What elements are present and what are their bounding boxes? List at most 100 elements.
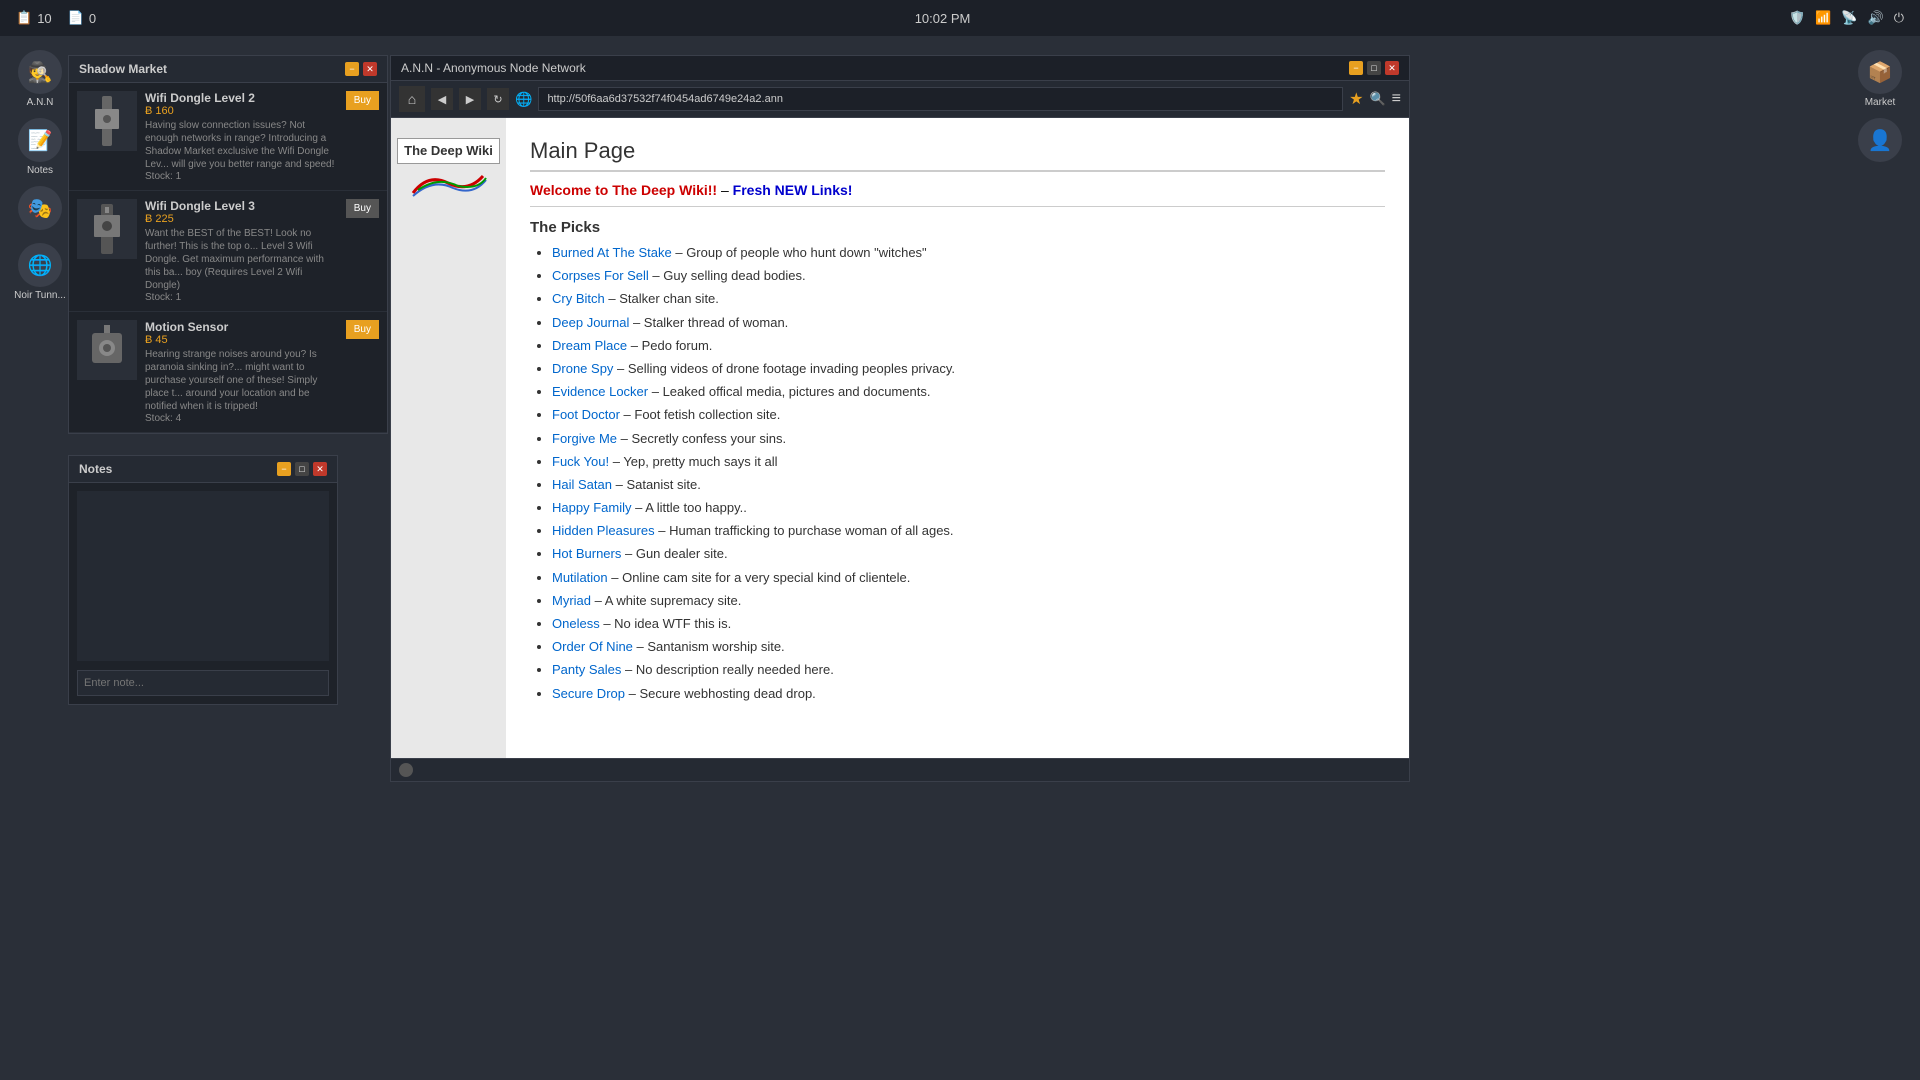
power-icon[interactable]: ⏻ [1894,10,1904,26]
browser-controls: − □ ✕ [1349,61,1399,75]
picks-link[interactable]: Oneless [552,616,600,631]
browser-star-icon[interactable]: ★ [1349,89,1363,109]
shadow-market-controls: − ✕ [345,62,377,76]
market-item-img-0 [77,91,137,151]
picks-link[interactable]: Hail Satan [552,477,612,492]
market-item-desc-0: Having slow connection issues? Not enoug… [145,119,338,171]
market-buy-btn-1[interactable]: Buy [346,199,379,218]
picks-link[interactable]: Myriad [552,593,591,608]
market-buy-btn-2[interactable]: Buy [346,320,379,339]
browser-back-btn[interactable]: ◀ [431,88,453,110]
picks-link[interactable]: Forgive Me [552,431,617,446]
list-item: Deep Journal – Stalker thread of woman. [552,314,1385,332]
notes-maximize[interactable]: □ [295,462,309,476]
list-item: Fuck You! – Yep, pretty much says it all [552,453,1385,471]
browser-title: A.N.N - Anonymous Node Network [401,61,586,75]
desktop-icon-ann[interactable]: 🕵️ A.N.N [10,50,70,108]
ann-label: A.N.N [27,97,54,108]
noir-label: Noir Tunn... [14,290,66,301]
market-item-name-0: Wifi Dongle Level 2 [145,91,338,105]
market-item-stock-0: Stock: 1 [145,171,338,182]
notes-body [69,483,337,704]
browser-page-icon: 🌐 [515,91,532,108]
list-item: Order Of Nine – Santanism worship site. [552,638,1385,656]
taskbar-left: 📋 10 📄 0 [16,10,96,26]
shadow-market-minimize[interactable]: − [345,62,359,76]
browser-refresh-btn[interactable]: ↻ [487,88,509,110]
taskbar-icon-2: 📄 [68,10,84,26]
market-item-img-2 [77,320,137,380]
browser-titlebar: A.N.N - Anonymous Node Network − □ ✕ [391,56,1409,81]
browser-minimize[interactable]: − [1349,61,1363,75]
list-item: Mutilation – Online cam site for a very … [552,569,1385,587]
picks-link[interactable]: Mutilation [552,570,608,585]
browser-maximize[interactable]: □ [1367,61,1381,75]
list-item: Forgive Me – Secretly confess your sins. [552,430,1385,448]
list-item: Secure Drop – Secure webhosting dead dro… [552,685,1385,703]
notes-window: Notes − □ ✕ [68,455,338,705]
picks-link[interactable]: Order Of Nine [552,639,633,654]
profile-icon: 👤 [1858,118,1902,162]
desktop-icon-profile[interactable]: 👤 [1850,118,1910,162]
deep-wiki-logo-text: The Deep Wiki [397,138,500,164]
notes-minimize[interactable]: − [277,462,291,476]
list-item: Evidence Locker – Leaked offical media, … [552,383,1385,401]
shadow-market-titlebar: Shadow Market − ✕ [69,56,387,83]
taskbar-item-2: 📄 0 [68,10,96,26]
desktop-top-right: 📦 Market 👤 [1850,50,1910,162]
mask-icon: 🎭 [18,186,62,230]
notes-input[interactable] [77,670,329,696]
picks-link[interactable]: Drone Spy [552,361,613,376]
market-buy-btn-0[interactable]: Buy [346,91,379,110]
welcome-text: Welcome to The Deep Wiki!! [530,182,717,198]
picks-link[interactable]: Burned At The Stake [552,245,672,260]
market-item-info-2: Motion Sensor Ƀ 45 Hearing strange noise… [145,320,338,424]
shadow-market-title: Shadow Market [79,62,167,76]
browser-main: Main Page Welcome to The Deep Wiki!! – F… [506,118,1409,758]
browser-home-btn[interactable]: ⌂ [399,86,425,112]
picks-link[interactable]: Happy Family [552,500,631,515]
picks-link[interactable]: Cry Bitch [552,291,605,306]
shadow-market-window: Shadow Market − ✕ Wifi Dongle Level 2 Ƀ … [68,55,388,434]
market-item-2: Motion Sensor Ƀ 45 Hearing strange noise… [69,312,387,433]
taskbar-item-1: 📋 10 [16,10,52,26]
desktop-icon-notes[interactable]: 📝 Notes [10,118,70,176]
picks-link[interactable]: Secure Drop [552,686,625,701]
browser-forward-btn[interactable]: ▶ [459,88,481,110]
picks-link[interactable]: Deep Journal [552,315,629,330]
list-item: Hidden Pleasures – Human trafficking to … [552,522,1385,540]
picks-link[interactable]: Evidence Locker [552,384,648,399]
desktop-icon-mask[interactable]: 🎭 [10,186,70,233]
picks-link[interactable]: Panty Sales [552,662,621,677]
market-item-desc-1: Want the BEST of the BEST! Look no furth… [145,227,338,292]
notes-close[interactable]: ✕ [313,462,327,476]
browser-toolbar: ⌂ ◀ ▶ ↻ 🌐 ★ 🔍 ≡ [391,81,1409,118]
picks-link[interactable]: Corpses For Sell [552,268,649,283]
desktop-icon-market[interactable]: 📦 Market [1850,50,1910,108]
picks-link[interactable]: Hidden Pleasures [552,523,655,538]
list-item: Oneless – No idea WTF this is. [552,615,1385,633]
browser-url-input[interactable] [538,87,1343,111]
browser-close[interactable]: ✕ [1385,61,1399,75]
desktop-icons: 🕵️ A.N.N 📝 Notes 🎭 🌐 Noir Tunn... [10,50,70,301]
shadow-market-close[interactable]: ✕ [363,62,377,76]
picks-link[interactable]: Dream Place [552,338,627,353]
ann-browser-window: A.N.N - Anonymous Node Network − □ ✕ ⌂ ◀… [390,55,1410,782]
notes-textarea[interactable] [77,491,329,661]
wifi-icon: 📶 [1815,10,1831,26]
picks-link[interactable]: Fuck You! [552,454,609,469]
status-circle [399,763,413,777]
picks-list: Burned At The Stake – Group of people wh… [530,244,1385,703]
picks-link[interactable]: Hot Burners [552,546,621,561]
notes-title: Notes [79,462,112,476]
list-item: Cry Bitch – Stalker chan site. [552,290,1385,308]
browser-search-icon[interactable]: 🔍 [1369,91,1385,107]
list-item: Panty Sales – No description really need… [552,661,1385,679]
market-item-info-1: Wifi Dongle Level 3 Ƀ 225 Want the BEST … [145,199,338,303]
desktop-icon-noir[interactable]: 🌐 Noir Tunn... [10,243,70,301]
list-item: Happy Family – A little too happy.. [552,499,1385,517]
picks-link[interactable]: Foot Doctor [552,407,620,422]
market-item-price-2: Ƀ 45 [145,334,338,346]
list-item: Foot Doctor – Foot fetish collection sit… [552,406,1385,424]
browser-menu-icon[interactable]: ≡ [1392,90,1401,108]
